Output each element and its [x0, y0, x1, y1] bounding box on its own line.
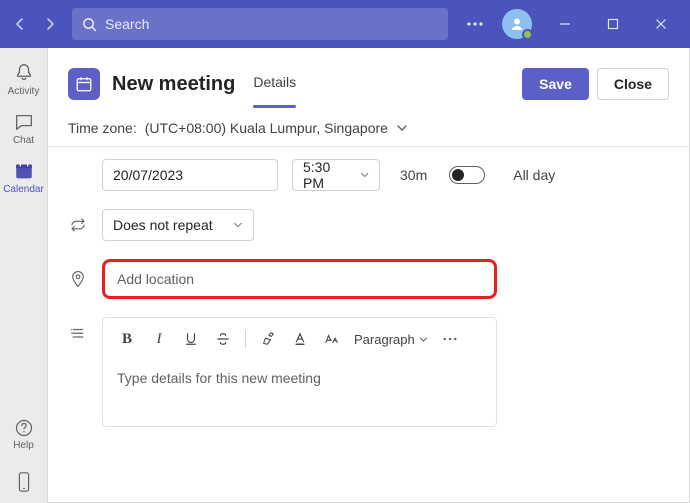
search-icon	[82, 17, 97, 32]
person-icon	[509, 16, 525, 32]
minimize-icon	[559, 18, 571, 30]
time-input[interactable]: 5:30 PM	[292, 159, 380, 191]
rail-mobile[interactable]	[0, 465, 48, 495]
date-input[interactable]: 20/07/2023	[102, 159, 278, 191]
more-options-button[interactable]	[460, 0, 490, 48]
window-close-button[interactable]	[640, 0, 682, 48]
strikethrough-icon	[216, 332, 230, 346]
repeat-select[interactable]: Does not repeat	[102, 209, 254, 241]
location-input[interactable]: Add location	[102, 259, 497, 299]
repeat-value: Does not repeat	[113, 217, 213, 233]
time-value: 5:30 PM	[303, 159, 352, 191]
location-row: Add location	[68, 259, 669, 299]
close-button[interactable]: Close	[597, 68, 669, 100]
calendar-icon	[13, 160, 35, 182]
rte-separator	[245, 330, 246, 348]
nav-forward-button[interactable]	[38, 12, 62, 36]
highlight-icon	[261, 332, 275, 346]
description-editor: B I	[102, 317, 497, 427]
content-header: New meeting Details Save Close	[48, 48, 689, 100]
app-rail: Activity Chat Calendar Help	[0, 48, 48, 503]
font-color-icon	[293, 332, 307, 346]
description-icon	[68, 317, 88, 427]
help-icon	[14, 418, 34, 438]
timezone-value: (UTC+08:00) Kuala Lumpur, Singapore	[145, 120, 388, 136]
nav-back-button[interactable]	[8, 12, 32, 36]
ellipsis-icon	[467, 22, 483, 26]
window-maximize-button[interactable]	[592, 0, 634, 48]
location-placeholder: Add location	[117, 271, 194, 287]
rail-calendar-label: Calendar	[3, 184, 44, 195]
tab-underline	[253, 105, 296, 108]
repeat-row: Does not repeat	[68, 209, 669, 241]
toggle-knob	[452, 169, 464, 181]
date-value: 20/07/2023	[113, 167, 183, 183]
rte-more-button[interactable]	[436, 326, 464, 352]
location-icon	[68, 270, 88, 288]
search-placeholder: Search	[105, 16, 149, 32]
bell-icon	[13, 62, 35, 84]
phone-icon	[15, 471, 33, 493]
rte-fontsize-button[interactable]	[318, 326, 346, 352]
avatar[interactable]	[502, 9, 532, 39]
rte-highlight-button[interactable]	[254, 326, 282, 352]
timezone-selector[interactable]: Time zone: (UTC+08:00) Kuala Lumpur, Sin…	[48, 100, 689, 147]
window-minimize-button[interactable]	[544, 0, 586, 48]
underline-icon	[184, 332, 198, 346]
search-input[interactable]: Search	[72, 8, 448, 40]
rte-italic-button[interactable]: I	[145, 326, 173, 352]
rte-bold-button[interactable]: B	[113, 326, 141, 352]
chevron-down-icon	[419, 335, 428, 344]
recurrence-icon	[68, 216, 88, 234]
calendar-glyph-icon	[75, 75, 93, 93]
rte-paragraph-select[interactable]: Paragraph	[350, 332, 432, 347]
rail-activity-label: Activity	[8, 86, 40, 97]
timezone-prefix: Time zone:	[68, 120, 137, 136]
rte-toolbar: B I	[103, 318, 496, 360]
rail-calendar[interactable]: Calendar	[0, 154, 48, 203]
page-title: New meeting	[112, 73, 235, 96]
chevron-down-icon	[360, 170, 369, 180]
save-button[interactable]: Save	[522, 68, 589, 100]
rail-chat-label: Chat	[13, 135, 34, 146]
maximize-icon	[607, 18, 619, 30]
description-placeholder: Type details for this new meeting	[117, 370, 321, 386]
allday-toggle[interactable]	[449, 166, 485, 184]
rte-underline-button[interactable]	[177, 326, 205, 352]
rail-help-label: Help	[13, 440, 34, 451]
chevron-down-icon	[233, 220, 243, 230]
rte-fontcolor-button[interactable]	[286, 326, 314, 352]
rte-paragraph-label: Paragraph	[354, 332, 415, 347]
tab-details[interactable]: Details	[253, 74, 296, 94]
ellipsis-icon	[443, 337, 457, 341]
description-textarea[interactable]: Type details for this new meeting	[103, 360, 496, 426]
description-row: B I	[68, 317, 669, 427]
rail-help[interactable]: Help	[0, 412, 48, 459]
presence-available-icon	[522, 29, 533, 40]
font-size-icon	[324, 332, 340, 346]
titlebar: Search	[0, 0, 690, 48]
chat-icon	[13, 111, 35, 133]
close-icon	[655, 18, 667, 30]
content-pane: New meeting Details Save Close Time zone…	[48, 48, 690, 503]
rail-chat[interactable]: Chat	[0, 105, 48, 154]
tab-details-label: Details	[253, 74, 296, 90]
allday-label: All day	[513, 167, 555, 183]
rail-activity[interactable]: Activity	[0, 56, 48, 105]
rte-strike-button[interactable]	[209, 326, 237, 352]
datetime-row: 20/07/2023 5:30 PM 30m All day	[68, 159, 669, 191]
duration-label: 30m	[400, 167, 427, 183]
chevron-down-icon	[396, 122, 408, 134]
meeting-app-icon	[68, 68, 100, 100]
